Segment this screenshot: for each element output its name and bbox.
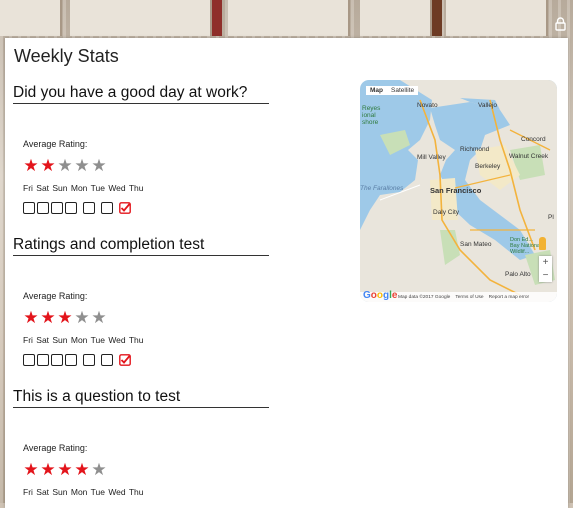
star-icon: ★ [23,308,38,327]
weekday-labels: Fri Sat Sun Mon Tue Wed Thu [23,487,144,497]
question-heading: This is a question to test [13,388,269,408]
checked-checkbox-icon[interactable] [119,202,131,214]
map-widget[interactable]: Map Satellite Novato Vallejo Reyes ional… [360,80,557,302]
google-logo: Google [363,290,398,301]
star-icon: ★ [74,156,89,175]
question-heading: Ratings and completion test [13,236,269,256]
stats-card: Weekly Stats Did you have a good day at … [5,38,568,508]
map-label: Richmond [460,146,490,153]
terms-link[interactable]: Terms of Use [455,295,483,300]
map-label: Concord [521,136,546,143]
day-checkbox[interactable] [101,354,113,366]
map-label: San Francisco [430,186,482,195]
map-label: Reyes [362,105,381,112]
zoom-control[interactable]: + − [539,256,552,282]
day-checkbox[interactable] [37,202,49,214]
star-icon: ★ [57,460,72,479]
zoom-out-button[interactable]: − [539,269,552,282]
completion-checkboxes [23,201,131,215]
question-title: Ratings and completion test [13,236,205,253]
map-label: Daly City [433,209,460,216]
map-label: ional [362,112,376,119]
day-checkbox[interactable] [65,202,77,214]
star-icon: ★ [57,308,72,327]
day-checkbox[interactable] [65,354,77,366]
star-icon: ★ [57,156,72,175]
weekday-labels: Fri Sat Sun Mon Tue Wed Thu [23,335,144,345]
map-label: Mill Valley [417,154,446,161]
average-rating-label: Average Rating: [23,443,88,453]
star-rating: ★ ★ ★ ★ ★ [22,309,107,326]
day-checkbox[interactable] [23,202,35,214]
map-label: Pl [548,214,554,221]
star-icon: ★ [40,308,55,327]
star-icon: ★ [23,460,38,479]
day-checkbox[interactable] [83,354,95,366]
day-checkbox[interactable] [101,202,113,214]
average-rating-label: Average Rating: [23,291,88,301]
star-icon: ★ [40,156,55,175]
day-checkbox[interactable] [37,354,49,366]
question-title: This is a question to test [13,388,181,405]
lock-icon[interactable] [555,17,566,31]
average-rating-label: Average Rating: [23,139,88,149]
star-icon: ★ [23,156,38,175]
weekday-labels: Fri Sat Sun Mon Tue Wed Thu [23,183,144,193]
day-checkbox[interactable] [51,354,63,366]
question-heading: Did you have a good day at work? [13,84,269,104]
map-attribution: Map data ©2017 Google [398,294,451,300]
checked-checkbox-icon[interactable] [119,354,131,366]
day-checkbox[interactable] [51,202,63,214]
map-label: Palo Alto [505,271,531,278]
map-label: Don Ed... Bay National Wildlif... [510,237,542,255]
star-icon: ★ [40,460,55,479]
star-icon: ★ [91,156,106,175]
question-title: Did you have a good day at work? [13,84,248,101]
day-checkbox[interactable] [23,354,35,366]
map-type-toggle[interactable]: Map Satellite [366,86,419,95]
day-checkbox[interactable] [83,202,95,214]
star-icon: ★ [91,308,106,327]
map-label: shore [362,119,379,126]
street-view-pegman-icon[interactable] [539,237,546,250]
map-label: San Mateo [460,241,492,248]
report-error-link[interactable]: Report a map error [489,295,530,300]
map-tab[interactable]: Map [366,86,387,95]
satellite-tab[interactable]: Satellite [387,86,418,95]
map-label: Vallejo [478,102,498,109]
star-icon: ★ [74,460,89,479]
zoom-in-button[interactable]: + [539,256,552,269]
map-label: Walnut Creek [509,153,549,160]
star-icon: ★ [91,460,106,479]
completion-checkboxes [23,353,131,367]
page-title: Weekly Stats [14,46,119,66]
star-rating: ★ ★ ★ ★ ★ [22,157,107,174]
map-label: Novato [417,102,438,109]
map-label: Berkeley [475,163,501,170]
map-label: The Farallones [360,185,404,192]
star-icon: ★ [74,308,89,327]
star-rating: ★ ★ ★ ★ ★ [22,461,107,478]
